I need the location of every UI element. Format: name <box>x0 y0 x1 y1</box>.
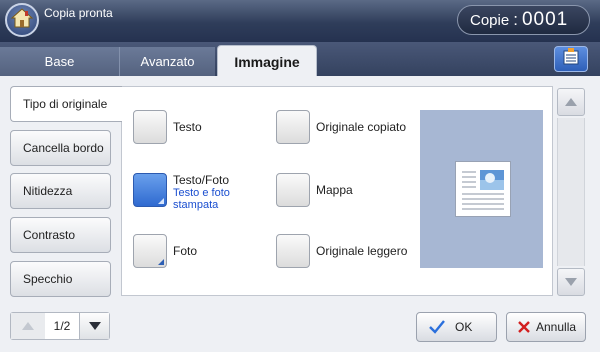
option-checkbox[interactable] <box>276 234 310 268</box>
checkmark-icon <box>429 320 445 334</box>
option-originale-leggero[interactable]: Originale leggero <box>276 234 407 268</box>
option-mappa[interactable]: Mappa <box>276 173 353 207</box>
tab-immagine[interactable]: Immagine <box>217 45 317 77</box>
option-label: Testo <box>173 120 202 134</box>
page-navigator: 1/2 <box>10 312 110 340</box>
job-status-icon <box>561 47 581 71</box>
sidebar-item-label: Nitidezza <box>23 184 73 198</box>
option-checkbox[interactable] <box>276 173 310 207</box>
top-header: Copia pronta Copie : 0001 <box>0 0 600 42</box>
sidebar-item-cancella-bordo[interactable]: Cancella bordo <box>10 130 111 166</box>
copies-separator: : <box>513 10 518 29</box>
option-label: Foto <box>173 244 198 258</box>
sidebar-item-contrasto[interactable]: Contrasto <box>10 217 111 253</box>
home-icon <box>10 7 34 34</box>
job-status-button[interactable] <box>554 46 588 72</box>
option-checkbox[interactable] <box>133 110 167 144</box>
x-icon <box>517 320 531 334</box>
home-button[interactable] <box>5 3 39 37</box>
ok-label: OK <box>455 320 473 334</box>
option-label: Originale copiato <box>316 120 407 134</box>
tab-avanzato[interactable]: Avanzato <box>120 47 215 76</box>
option-originale-copiato[interactable]: Originale copiato <box>276 110 406 144</box>
document-preview-icon <box>455 161 511 217</box>
option-checkbox[interactable] <box>276 110 310 144</box>
scroll-up-button[interactable] <box>557 88 585 116</box>
cancel-button[interactable]: Annulla <box>506 312 586 342</box>
sidebar-item-label: Tipo di originale <box>23 97 108 111</box>
option-sublabel: Testo e foto stampata <box>173 187 230 211</box>
status-text: Copia pronta <box>44 6 113 20</box>
sidebar-item-label: Contrasto <box>23 228 76 242</box>
triangle-up-icon <box>565 93 577 111</box>
preview-area <box>420 110 543 268</box>
sidebar-item-label: Specchio <box>23 272 73 286</box>
option-checkbox[interactable] <box>133 234 167 268</box>
more-options-indicator <box>158 198 164 204</box>
copies-value: 0001 <box>521 9 569 30</box>
triangle-down-icon <box>88 317 101 335</box>
tab-base[interactable]: Base <box>0 47 120 76</box>
page-indicator: 1/2 <box>53 319 71 333</box>
triangle-down-icon <box>565 273 577 291</box>
option-checkbox-selected[interactable] <box>133 173 167 207</box>
sidebar-item-label: Cancella bordo <box>23 141 104 155</box>
cancel-label: Annulla <box>536 320 577 334</box>
copies-label: Copie <box>470 11 510 29</box>
sidebar-item-specchio[interactable]: Specchio <box>10 261 111 297</box>
option-label: Originale leggero <box>316 244 408 258</box>
option-label: Testo/Foto <box>173 173 230 187</box>
main-panel: Tipo di originale Cancella bordo Nitidez… <box>0 76 600 352</box>
page-next-button[interactable] <box>79 313 109 339</box>
page-prev-button[interactable] <box>11 313 45 339</box>
option-testo[interactable]: Testo <box>133 110 202 144</box>
option-testo-foto[interactable]: Testo/Foto Testo e foto stampata <box>133 173 235 211</box>
scroll-down-button[interactable] <box>557 268 585 296</box>
sidebar-item-nitidezza[interactable]: Nitidezza <box>10 173 111 209</box>
triangle-up-icon <box>22 317 34 335</box>
copies-counter: Copie : 0001 <box>457 5 590 35</box>
tab-bar: Base Avanzato Immagine <box>0 42 600 77</box>
sidebar-item-tipo-di-originale[interactable]: Tipo di originale <box>10 86 122 122</box>
option-label: Mappa <box>316 183 353 197</box>
option-foto[interactable]: Foto <box>133 234 197 268</box>
ok-button[interactable]: OK <box>416 312 497 342</box>
options-panel: Testo Testo/Foto Testo e foto stampata F… <box>121 86 553 296</box>
more-options-indicator <box>158 259 164 265</box>
scrollbar-track[interactable] <box>557 118 585 266</box>
